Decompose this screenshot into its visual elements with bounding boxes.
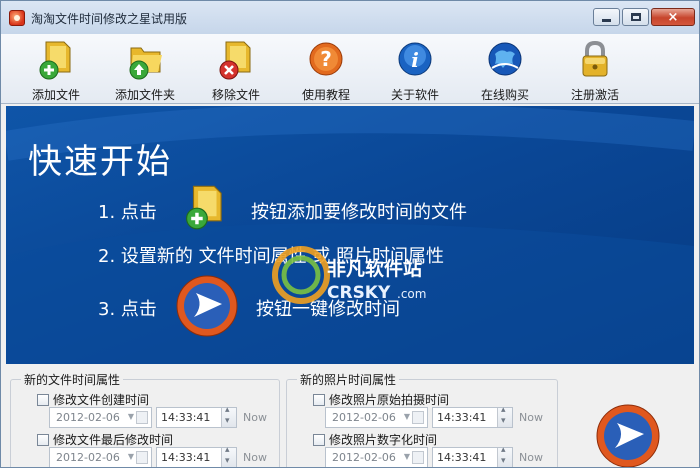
info-icon: i [398,42,432,76]
checkbox-box[interactable] [313,433,325,446]
about-button[interactable]: i 关于软件 [374,36,456,102]
file-modified-time-stepper[interactable]: 14:33:41 [156,445,237,467]
file-created-now-button[interactable]: Now [243,411,267,424]
svg-text:i: i [411,48,419,72]
start-modify-button[interactable] [595,403,661,467]
date-value: 2012-02-06 [332,411,396,424]
tutorial-button[interactable]: ? 使用教程 [285,36,367,102]
quick-start-title: 快速开始 [28,142,172,182]
spin-icon[interactable] [497,445,512,467]
remove-file-label: 移除文件 [211,88,260,102]
time-value: 14:33:41 [437,451,487,464]
quick-start-panel: 快速开始 1. 点击 按钮添加要修改时间的文件 2. 设置新的 文件时间属性 或… [6,106,694,364]
start-play-icon [596,404,660,467]
checkbox-label: 修改照片数字化时间 [329,433,438,447]
photo-group-title: 新的照片时间属性 [297,371,400,388]
dropdown-icon: ▼ [403,452,410,461]
photo-original-time-stepper[interactable]: 14:33:41 [432,405,513,428]
spin-icon[interactable] [497,405,512,427]
add-file-icon [39,41,71,80]
minimize-button[interactable] [593,8,620,26]
dropdown-icon: ▼ [403,412,410,421]
tutorial-label: 使用教程 [301,88,350,102]
buy-online-button[interactable]: 在线购买 [464,36,546,102]
close-icon: × [667,9,679,25]
time-value: 14:33:41 [437,411,487,424]
minimize-icon [602,18,611,22]
add-file-button[interactable]: 添加文件 [15,36,97,102]
watermark-dot-text: .com [397,287,426,301]
calendar-icon[interactable] [412,411,424,424]
file-modified-now-button[interactable]: Now [243,451,267,464]
app-logo-icon [9,10,25,26]
checkbox-box[interactable] [313,393,325,406]
calendar-icon[interactable] [136,411,148,424]
watermark-en-text: CRSKY [327,283,391,303]
buy-online-icon [488,42,522,76]
calendar-icon[interactable] [136,451,148,464]
lock-icon [582,40,608,77]
window-title: 淘淘文件时间修改之星试用版 [31,12,188,26]
about-label: 关于软件 [390,88,439,102]
step-1-prefix: 1. 点击 [98,202,157,223]
close-button[interactable]: × [651,8,695,26]
spin-icon[interactable] [221,405,236,427]
photo-digitized-time-stepper[interactable]: 14:33:41 [432,445,513,467]
checkbox-label: 修改照片原始拍摄时间 [329,393,450,407]
file-created-time-stepper[interactable]: 14:33:41 [156,405,237,428]
calendar-icon[interactable] [412,451,424,464]
date-value: 2012-02-06 [56,451,120,464]
checkbox-label: 修改文件创建时间 [53,393,150,407]
file-created-checkbox[interactable]: 修改文件创建时间 [37,391,149,408]
checkbox-label: 修改文件最后修改时间 [53,433,174,447]
maximize-icon [630,13,641,21]
photo-digitized-now-button[interactable]: Now [519,451,543,464]
svg-text:?: ? [320,47,332,71]
file-time-group: 新的文件时间属性 修改文件创建时间 2012-02-06 ▼ 14:33:41 … [10,371,280,467]
add-folder-label: 添加文件夹 [114,88,175,102]
file-modified-date-picker[interactable]: 2012-02-06 ▼ [49,447,152,467]
photo-original-date-picker[interactable]: 2012-02-06 ▼ [325,407,428,428]
add-file-icon [186,185,222,230]
maximize-button[interactable] [622,8,649,26]
window-controls: × [593,8,695,26]
step-1-suffix: 按钮添加要修改时间的文件 [251,202,467,223]
add-folder-button[interactable]: 添加文件夹 [104,36,186,102]
time-value: 14:33:41 [161,411,211,424]
register-button[interactable]: 注册激活 [554,36,636,102]
title-bar[interactable]: 淘淘文件时间修改之星试用版 × [1,1,699,34]
remove-file-icon [219,41,251,80]
toolbar: 添加文件 添加文件夹 移除文件 ? 使用教程 i 关于软件 在线购买 注册激活 [1,34,699,104]
photo-time-group: 新的照片时间属性 修改照片原始拍摄时间 2012-02-06 ▼ 14:33:4… [286,371,558,467]
time-value: 14:33:41 [161,451,211,464]
file-created-date-picker[interactable]: 2012-02-06 ▼ [49,407,152,428]
app-window: 淘淘文件时间修改之星试用版 × 添加文件 添加文件夹 移除文件 ? 使用教程 i… [0,0,700,468]
register-label: 注册激活 [570,88,619,102]
add-file-label: 添加文件 [31,88,80,102]
remove-file-button[interactable]: 移除文件 [195,36,277,102]
buy-online-label: 在线购买 [480,88,529,102]
checkbox-box[interactable] [37,393,49,406]
dropdown-icon: ▼ [127,452,134,461]
watermark-logo: 非凡软件站 CRSKY .com [271,243,436,311]
photo-original-checkbox[interactable]: 修改照片原始拍摄时间 [313,391,449,408]
date-value: 2012-02-06 [332,451,396,464]
dropdown-icon: ▼ [127,412,134,421]
photo-digitized-checkbox[interactable]: 修改照片数字化时间 [313,431,437,448]
photo-digitized-date-picker[interactable]: 2012-02-06 ▼ [325,447,428,467]
spin-icon[interactable] [221,445,236,467]
watermark-cn-text: 非凡软件站 [327,257,422,280]
checkbox-box[interactable] [37,433,49,446]
step-3-prefix: 3. 点击 [98,299,157,320]
start-play-icon [176,275,238,337]
add-folder-icon [129,47,162,80]
date-value: 2012-02-06 [56,411,120,424]
file-modified-checkbox[interactable]: 修改文件最后修改时间 [37,431,173,448]
help-icon: ? [309,42,343,76]
file-group-title: 新的文件时间属性 [21,371,124,388]
photo-original-now-button[interactable]: Now [519,411,543,424]
